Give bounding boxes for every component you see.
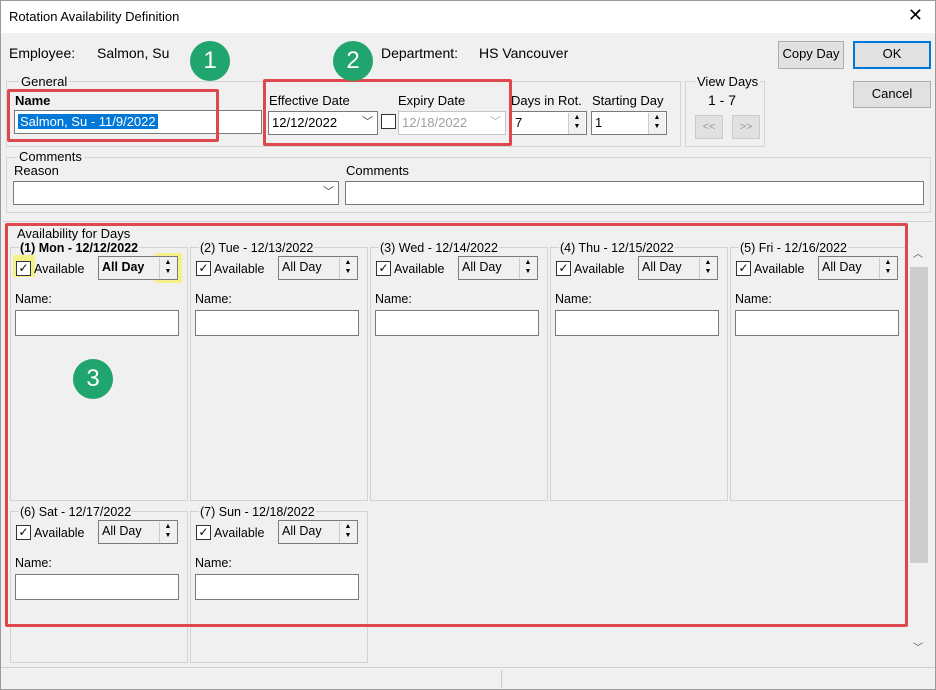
comments-group-label: Comments (17, 149, 84, 164)
scroll-down-icon[interactable]: ﹀ (913, 639, 923, 654)
scrollbar-thumb[interactable] (910, 267, 928, 563)
scroll-up-icon[interactable]: ︿ (913, 245, 923, 260)
cancel-button[interactable]: Cancel (853, 81, 931, 108)
status-divider (501, 670, 502, 688)
days-in-rotation-label: Days in Rot. (511, 93, 582, 108)
copy-day-button[interactable]: Copy Day (778, 41, 844, 69)
prev-days-button[interactable]: << (695, 115, 723, 139)
department-label: Department: (381, 45, 459, 61)
starting-day-label: Starting Day (592, 93, 664, 108)
employee-label: Employee: (9, 45, 76, 61)
chevron-down-icon: ﹀ (323, 186, 334, 198)
starting-day-value: 1 (595, 115, 603, 130)
starting-day-stepper[interactable]: 1 ▲ ▼ (591, 111, 667, 135)
annotation-box-name (7, 89, 219, 142)
dialog-window: Rotation Availability Definition ✕ Emplo… (0, 0, 936, 690)
annotation-badge-3: 3 (73, 359, 113, 399)
annotation-badge-1: 1 (190, 41, 230, 81)
vertical-scrollbar[interactable]: ︿ ﹀ (909, 227, 929, 659)
days-in-rotation-value: 7 (515, 115, 523, 130)
next-days-button[interactable]: >> (732, 115, 760, 139)
reason-dropdown[interactable]: ﹀ (13, 181, 339, 205)
comments-label: Comments (346, 163, 409, 178)
reason-label: Reason (14, 163, 59, 178)
view-days-range: 1 - 7 (708, 92, 737, 108)
status-bar (1, 667, 935, 689)
annotation-box-dates (263, 79, 512, 146)
title-bar: Rotation Availability Definition ✕ (1, 1, 935, 33)
window-title: Rotation Availability Definition (9, 9, 180, 24)
ok-button[interactable]: OK (853, 41, 931, 69)
view-days-label: View Days (695, 74, 761, 89)
comments-input[interactable] (345, 181, 924, 205)
annotation-box-availability (5, 223, 908, 627)
close-icon[interactable]: ✕ (908, 5, 923, 26)
spinner-icon[interactable]: ▲ ▼ (648, 113, 665, 134)
general-group-label: General (19, 74, 70, 89)
spinner-icon[interactable]: ▲ ▼ (568, 113, 585, 134)
annotation-badge-2: 2 (333, 41, 373, 81)
department-value: HS Vancouver (479, 45, 569, 61)
days-in-rotation-stepper[interactable]: 7 ▲ ▼ (511, 111, 587, 135)
employee-value: Salmon, Su (97, 45, 170, 61)
